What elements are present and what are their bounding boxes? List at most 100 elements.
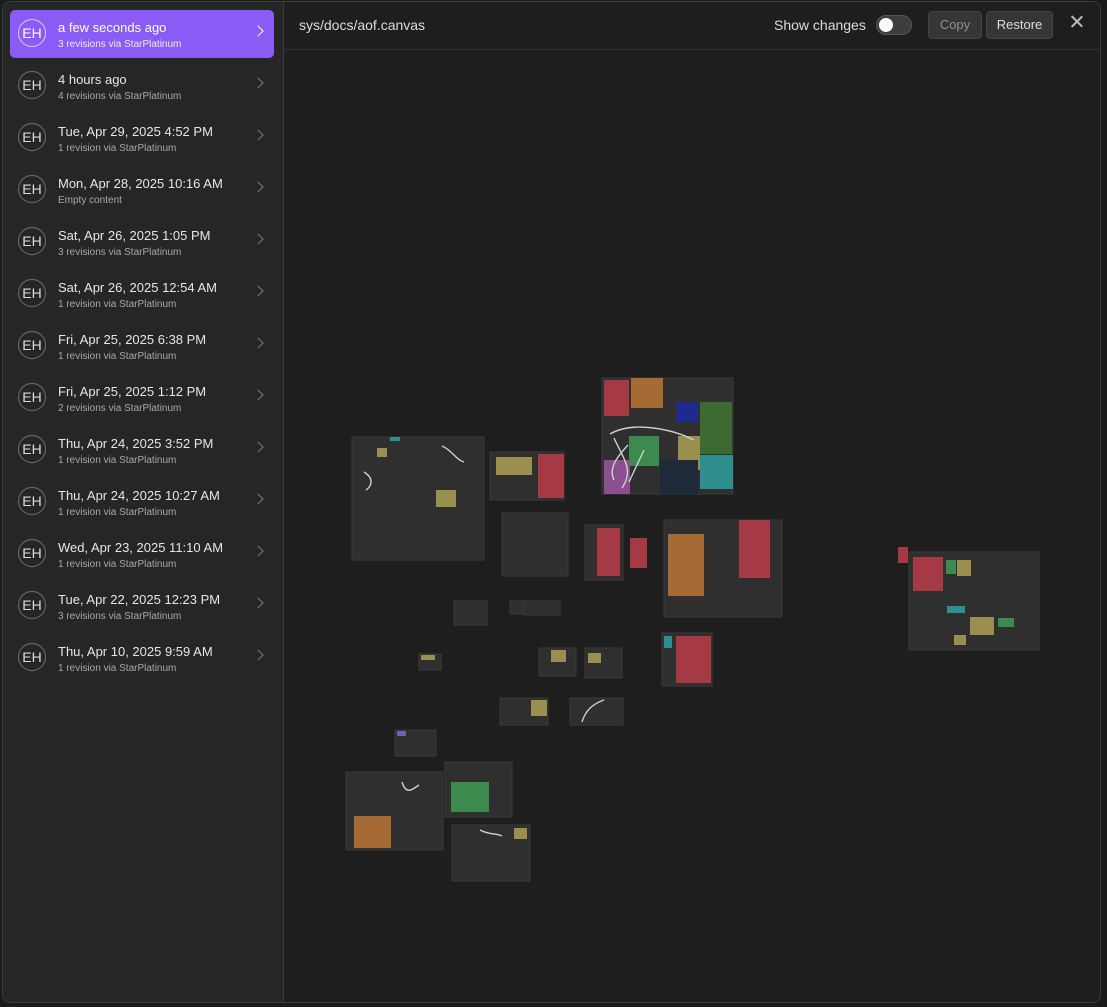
version-history-modal: EH a few seconds ago 3 revisions via StarP…	[2, 1, 1101, 1003]
canvas-card-green	[946, 560, 956, 574]
chevron-right-icon	[252, 493, 264, 505]
canvas-group	[523, 600, 561, 616]
canvas-card-blue	[676, 402, 698, 422]
revision-title: Wed, Apr 23, 2025 11:10 AM	[58, 540, 224, 555]
revision-item[interactable]: EH Thu, Apr 24, 2025 10:27 AM 1 revision v…	[10, 478, 274, 526]
canvas-card-yellow	[496, 457, 532, 475]
revision-subtitle: 1 revision via StarPlatinum	[58, 559, 177, 570]
copy-button[interactable]: Copy	[928, 11, 982, 39]
canvas-card-red	[538, 454, 564, 498]
avatar: EH	[18, 331, 46, 359]
revision-title: Tue, Apr 22, 2025 12:23 PM	[58, 592, 221, 607]
revision-subtitle: 4 revisions via StarPlatinum	[58, 91, 182, 102]
revision-subtitle: 1 revision via StarPlatinum	[58, 455, 177, 466]
revision-item[interactable]: EH Tue, Apr 29, 2025 4:52 PM 1 revision vi…	[10, 114, 274, 162]
show-changes-toggle[interactable]	[876, 15, 912, 35]
canvas-card-green	[451, 782, 489, 812]
canvas-card-orange	[631, 378, 663, 408]
revision-item[interactable]: EH Tue, Apr 22, 2025 12:23 PM 3 revisions …	[10, 582, 274, 630]
revision-item[interactable]: EH 4 hours ago 4 revisions via StarPlatinu…	[10, 62, 274, 110]
canvas-card-orange	[354, 816, 391, 848]
chevron-right-icon	[252, 597, 264, 609]
revision-title: a few seconds ago	[58, 20, 167, 35]
canvas-card-yellow	[436, 490, 456, 507]
canvas-card-yellow	[957, 560, 971, 576]
canvas-card-yellow	[588, 653, 601, 663]
revision-item[interactable]: EH Thu, Apr 10, 2025 9:59 AM 1 revision vi…	[10, 634, 274, 682]
revision-title: Tue, Apr 29, 2025 4:52 PM	[58, 124, 213, 139]
canvas-card-red	[630, 538, 647, 568]
canvas-group	[453, 600, 488, 626]
canvas-minimap	[345, 377, 1040, 882]
chevron-right-icon	[252, 441, 264, 453]
revision-title: Fri, Apr 25, 2025 6:38 PM	[58, 332, 207, 347]
canvas-card-green	[998, 618, 1014, 627]
restore-button[interactable]: Restore	[986, 11, 1053, 39]
revision-item[interactable]: EH a few seconds ago 3 revisions via StarP…	[10, 10, 274, 58]
chevron-right-icon	[252, 389, 264, 401]
avatar: EH	[18, 539, 46, 567]
canvas-card-yellow	[421, 655, 435, 660]
avatar: EH	[18, 123, 46, 151]
chevron-right-icon	[252, 77, 264, 89]
canvas-card-yellow	[970, 617, 994, 635]
avatar: EH	[18, 279, 46, 307]
revision-item[interactable]: EH Sat, Apr 26, 2025 1:05 PM 3 revisions v…	[10, 218, 274, 266]
revision-title: Sat, Apr 26, 2025 12:54 AM	[58, 280, 218, 295]
chevron-right-icon	[252, 337, 264, 349]
revision-item[interactable]: EH Fri, Apr 25, 2025 1:12 PM 2 revisions v…	[10, 374, 274, 422]
avatar: EH	[18, 19, 46, 47]
canvas-card-teal	[947, 606, 965, 613]
revision-subtitle: 3 revisions via StarPlatinum	[58, 39, 182, 50]
chevron-right-icon	[252, 649, 264, 661]
canvas-card-red	[898, 547, 908, 563]
chevron-right-icon	[252, 181, 264, 193]
preview-header: sys/docs/aof.canvas Show changes Copy Re…	[284, 2, 1100, 50]
chevron-right-icon	[252, 233, 264, 245]
revision-item[interactable]: EH Wed, Apr 23, 2025 11:10 AM 1 revision v…	[10, 530, 274, 578]
canvas-card-red	[597, 528, 620, 576]
chevron-right-icon	[252, 129, 264, 141]
revision-title: Thu, Apr 24, 2025 10:27 AM	[58, 488, 220, 503]
canvas-card-purple	[397, 731, 406, 736]
canvas-card-navy	[660, 460, 698, 494]
revision-title: Thu, Apr 24, 2025 3:52 PM	[58, 436, 214, 451]
canvas-card-yellow	[551, 650, 566, 662]
canvas-group	[351, 436, 485, 561]
revision-subtitle: 1 revision via StarPlatinum	[58, 143, 177, 154]
canvas-card-orange	[668, 534, 704, 596]
revision-subtitle: 1 revision via StarPlatinum	[58, 663, 177, 674]
avatar: EH	[18, 435, 46, 463]
revision-title: Thu, Apr 10, 2025 9:59 AM	[58, 644, 213, 659]
canvas-card-teal	[700, 455, 733, 489]
canvas-preview[interactable]	[284, 50, 1100, 1002]
canvas-card-red	[604, 380, 629, 416]
show-changes-label: Show changes	[774, 17, 866, 33]
canvas-card-teal	[390, 437, 400, 441]
chevron-right-icon	[252, 545, 264, 557]
canvas-card-teal	[664, 636, 672, 648]
canvas-card-red	[676, 636, 711, 683]
canvas-group	[501, 512, 569, 577]
revision-item[interactable]: EH Thu, Apr 24, 2025 3:52 PM 1 revision vi…	[10, 426, 274, 474]
revision-item[interactable]: EH Fri, Apr 25, 2025 6:38 PM 1 revision vi…	[10, 322, 274, 370]
revision-item[interactable]: EH Sat, Apr 26, 2025 12:54 AM 1 revision v…	[10, 270, 274, 318]
avatar: EH	[18, 227, 46, 255]
chevron-right-icon	[252, 285, 264, 297]
canvas-card-yellow	[954, 635, 966, 645]
revision-title: Sat, Apr 26, 2025 1:05 PM	[58, 228, 211, 243]
revision-item[interactable]: EH Mon, Apr 28, 2025 10:16 AM Empty conten…	[10, 166, 274, 214]
avatar: EH	[18, 175, 46, 203]
revision-subtitle: Empty content	[58, 195, 122, 206]
revision-subtitle: 1 revision via StarPlatinum	[58, 351, 177, 362]
canvas-group	[569, 697, 624, 726]
avatar: EH	[18, 643, 46, 671]
revision-subtitle: 3 revisions via StarPlatinum	[58, 611, 182, 622]
canvas-card-yellow	[377, 448, 387, 457]
canvas-card-red	[739, 520, 770, 578]
revision-subtitle: 1 revision via StarPlatinum	[58, 299, 177, 310]
avatar: EH	[18, 71, 46, 99]
close-icon[interactable]	[1068, 13, 1086, 31]
chevron-right-icon	[252, 25, 264, 37]
avatar: EH	[18, 487, 46, 515]
